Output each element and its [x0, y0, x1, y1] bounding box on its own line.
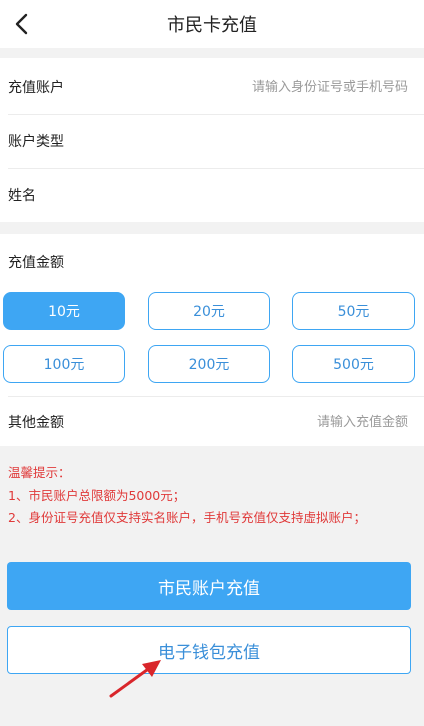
tips-title: 温馨提示：: [8, 465, 71, 480]
red-arrow-icon: [109, 660, 161, 698]
name-row: 姓名: [0, 168, 424, 222]
page-title: 市民卡充值: [167, 15, 257, 36]
amount-option-50[interactable]: 50元: [292, 292, 415, 330]
other-amount-label: 其他金额: [8, 415, 64, 431]
amount-option-500[interactable]: 500元: [292, 345, 415, 383]
back-button[interactable]: [4, 6, 40, 42]
header-bar: 市民卡充值: [0, 0, 424, 48]
other-amount-input[interactable]: [166, 406, 410, 438]
account-row: 充值账户: [0, 60, 424, 114]
tip-item: 1、市民账户总限额为5000元；: [8, 487, 186, 503]
account-label: 充值账户: [8, 80, 64, 96]
tips-block: 温馨提示： 1、市民账户总限额为5000元； 2、身份证号充值仅支持实名账户，手…: [8, 462, 366, 530]
amount-card: 充值金额 10元 20元 50元 100元 200元 500元 其他金额: [0, 234, 424, 446]
amount-option-20[interactable]: 20元: [148, 292, 270, 330]
other-amount-row: 其他金额: [0, 397, 424, 447]
amount-section-title: 充值金额: [8, 255, 64, 271]
account-input[interactable]: [166, 71, 410, 103]
tip-item: 2、身份证号充值仅支持实名账户，手机号充值仅支持虚拟账户；: [8, 510, 366, 525]
citizen-account-recharge-button[interactable]: 市民账户充值: [7, 562, 411, 610]
account-type-label: 账户类型: [8, 134, 64, 150]
account-type-row: 账户类型: [0, 114, 424, 168]
amount-option-200[interactable]: 200元: [148, 345, 270, 383]
amount-option-10[interactable]: 10元: [3, 292, 125, 330]
account-info-card: 充值账户 账户类型 姓名: [0, 58, 424, 222]
chevron-left-icon: [15, 13, 28, 35]
amount-option-100[interactable]: 100元: [3, 345, 125, 383]
e-wallet-recharge-button[interactable]: 电子钱包充值: [7, 626, 411, 674]
name-label: 姓名: [8, 188, 36, 204]
